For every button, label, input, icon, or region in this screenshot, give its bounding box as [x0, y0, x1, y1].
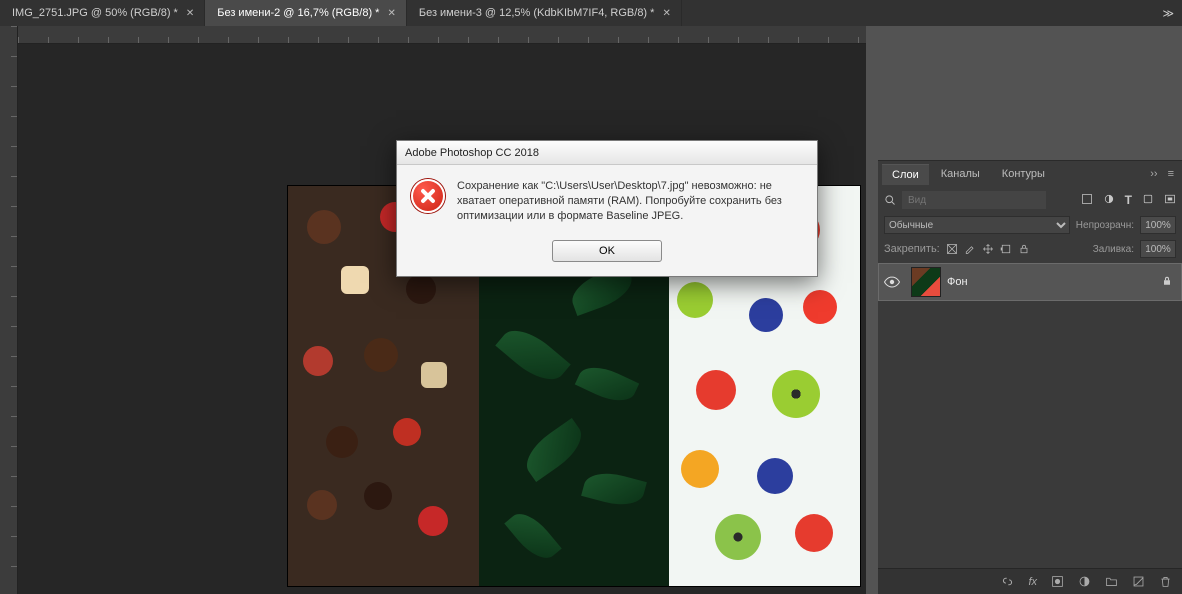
lock-fill-row: Закрепить: Заливка: 100% — [878, 237, 1182, 261]
tab-layers[interactable]: Слои — [882, 164, 929, 185]
add-mask-icon[interactable] — [1051, 575, 1064, 588]
document-tab-label: IMG_2751.JPG @ 50% (RGB/8) * — [12, 7, 178, 19]
panel-menu-icon[interactable]: ≡ — [1168, 168, 1174, 180]
search-icon — [884, 194, 896, 206]
fill-value[interactable]: 100% — [1140, 240, 1176, 258]
lock-all-icon[interactable] — [1018, 243, 1030, 255]
close-icon[interactable]: ✕ — [662, 8, 670, 19]
error-dialog: Adobe Photoshop CC 2018 Сохранение как "… — [396, 140, 818, 277]
new-adjustment-icon[interactable] — [1078, 575, 1091, 588]
dialog-titlebar[interactable]: Adobe Photoshop CC 2018 — [397, 141, 817, 165]
delete-layer-icon[interactable] — [1159, 575, 1172, 588]
lock-artboard-icon[interactable] — [1000, 243, 1012, 255]
layer-thumbnail[interactable] — [911, 267, 941, 297]
document-tab[interactable]: Без имени-3 @ 12,5% (KdbKIbM7IF4, RGB/8)… — [407, 0, 682, 26]
dialog-title: Adobe Photoshop CC 2018 — [405, 147, 539, 159]
tab-paths[interactable]: Контуры — [992, 164, 1055, 184]
layer-filter-row: T — [878, 187, 1182, 213]
panel-tab-bar: Слои Каналы Контуры ›› ≡ — [878, 161, 1182, 187]
chevron-right-icon[interactable]: ›› — [1150, 168, 1157, 180]
lock-icon[interactable] — [1161, 275, 1173, 290]
new-group-icon[interactable] — [1105, 575, 1118, 588]
filter-smart-icon[interactable] — [1164, 193, 1176, 205]
document-tab-label: Без имени-3 @ 12,5% (KdbKIbM7IF4, RGB/8)… — [419, 7, 655, 19]
lock-transparency-icon[interactable] — [946, 243, 958, 255]
close-icon[interactable]: ✕ — [387, 8, 395, 19]
horizontal-ruler[interactable] — [18, 26, 866, 44]
layer-row[interactable]: Фон — [878, 263, 1182, 301]
lock-label: Закрепить: — [884, 243, 940, 255]
layers-panel-footer: fx — [878, 568, 1182, 594]
layer-filter-icons: T — [1081, 193, 1176, 207]
ok-button[interactable]: OK — [552, 240, 662, 262]
filter-type-icon[interactable]: T — [1125, 193, 1132, 207]
vertical-ruler[interactable] — [0, 26, 18, 594]
filter-adjust-icon[interactable] — [1103, 193, 1115, 205]
tab-channels[interactable]: Каналы — [931, 164, 990, 184]
filter-pixel-icon[interactable] — [1081, 193, 1093, 205]
eye-icon — [884, 276, 900, 288]
new-layer-icon[interactable] — [1132, 575, 1145, 588]
document-tab[interactable]: IMG_2751.JPG @ 50% (RGB/8) * ✕ — [0, 0, 205, 26]
lock-position-icon[interactable] — [982, 243, 994, 255]
error-icon — [411, 179, 445, 213]
close-icon[interactable]: ✕ — [186, 8, 194, 19]
chevron-right-icon: ≫ — [1162, 7, 1174, 20]
layer-filter-select[interactable] — [902, 191, 1046, 209]
document-tab[interactable]: Без имени-2 @ 16,7% (RGB/8) * ✕ — [205, 0, 407, 26]
layers-panel: Слои Каналы Контуры ›› ≡ T — [878, 160, 1182, 594]
document-tab-bar: IMG_2751.JPG @ 50% (RGB/8) * ✕ Без имени… — [0, 0, 1182, 26]
visibility-toggle[interactable] — [879, 276, 905, 288]
opacity-value[interactable]: 100% — [1140, 216, 1176, 234]
opacity-label: Непрозрачн: — [1076, 220, 1134, 231]
link-layers-icon[interactable] — [1001, 575, 1014, 588]
layer-fx-icon[interactable]: fx — [1028, 576, 1037, 588]
tab-bar-spacer — [682, 0, 1155, 26]
lock-paint-icon[interactable] — [964, 243, 976, 255]
tab-overflow-button[interactable]: ≫ — [1154, 0, 1182, 26]
dialog-message: Сохранение как "C:\Users\User\Desktop\7.… — [457, 179, 803, 224]
fill-label: Заливка: — [1093, 244, 1134, 255]
canvas-workspace — [0, 26, 866, 594]
blend-mode-select[interactable]: Обычные — [884, 216, 1070, 234]
right-panel-column: Слои Каналы Контуры ›› ≡ T — [866, 26, 1182, 594]
filter-shape-icon[interactable] — [1142, 193, 1154, 205]
blend-opacity-row: Обычные Непрозрачн: 100% — [878, 213, 1182, 237]
document-tab-label: Без имени-2 @ 16,7% (RGB/8) * — [217, 7, 379, 19]
layer-name[interactable]: Фон — [947, 276, 968, 288]
